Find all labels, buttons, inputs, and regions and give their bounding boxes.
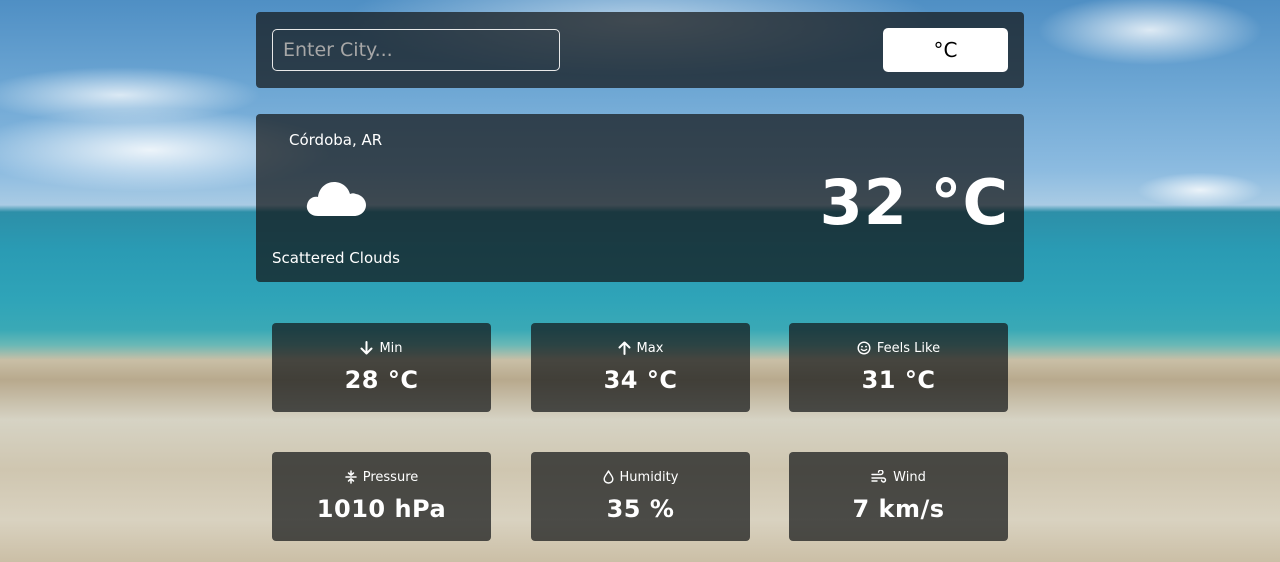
feels-like-label: Feels Like (876, 340, 941, 356)
arrow-up-icon (618, 341, 631, 355)
search-bar: °C (256, 12, 1024, 88)
pressure-card: Pressure 1010 hPa (272, 452, 491, 541)
feels-like-value: 31 °C (861, 366, 936, 394)
compress-icon (344, 470, 357, 484)
feels-like-card: Feels Like 31 °C (789, 323, 1008, 412)
min-temp-card: Min 28 °C (272, 323, 491, 412)
current-temperature: 32 °C (819, 166, 1009, 239)
city-search-input[interactable] (272, 29, 560, 71)
max-value: 34 °C (603, 366, 678, 394)
arrow-down-icon (360, 341, 373, 355)
cloud-icon (304, 178, 368, 222)
current-weather-panel: Córdoba, AR Scattered Clouds 32 °C (256, 114, 1024, 282)
humidity-label: Humidity (619, 469, 679, 485)
smile-icon (857, 341, 871, 355)
wind-label: Wind (893, 469, 926, 485)
wind-icon (871, 470, 887, 483)
min-value: 28 °C (344, 366, 419, 394)
wind-card: Wind 7 km/s (789, 452, 1008, 541)
humidity-value: 35 % (606, 495, 675, 523)
pressure-value: 1010 hPa (316, 495, 447, 523)
humidity-card: Humidity 35 % (531, 452, 750, 541)
wind-value: 7 km/s (852, 495, 945, 523)
min-label: Min (379, 340, 403, 356)
pressure-label: Pressure (362, 469, 419, 485)
max-temp-card: Max 34 °C (531, 323, 750, 412)
droplet-icon (603, 470, 614, 484)
weather-description: Scattered Clouds (272, 249, 400, 267)
max-label: Max (636, 340, 664, 356)
location-label: Córdoba, AR (289, 131, 383, 149)
unit-toggle-button[interactable]: °C (883, 28, 1008, 72)
